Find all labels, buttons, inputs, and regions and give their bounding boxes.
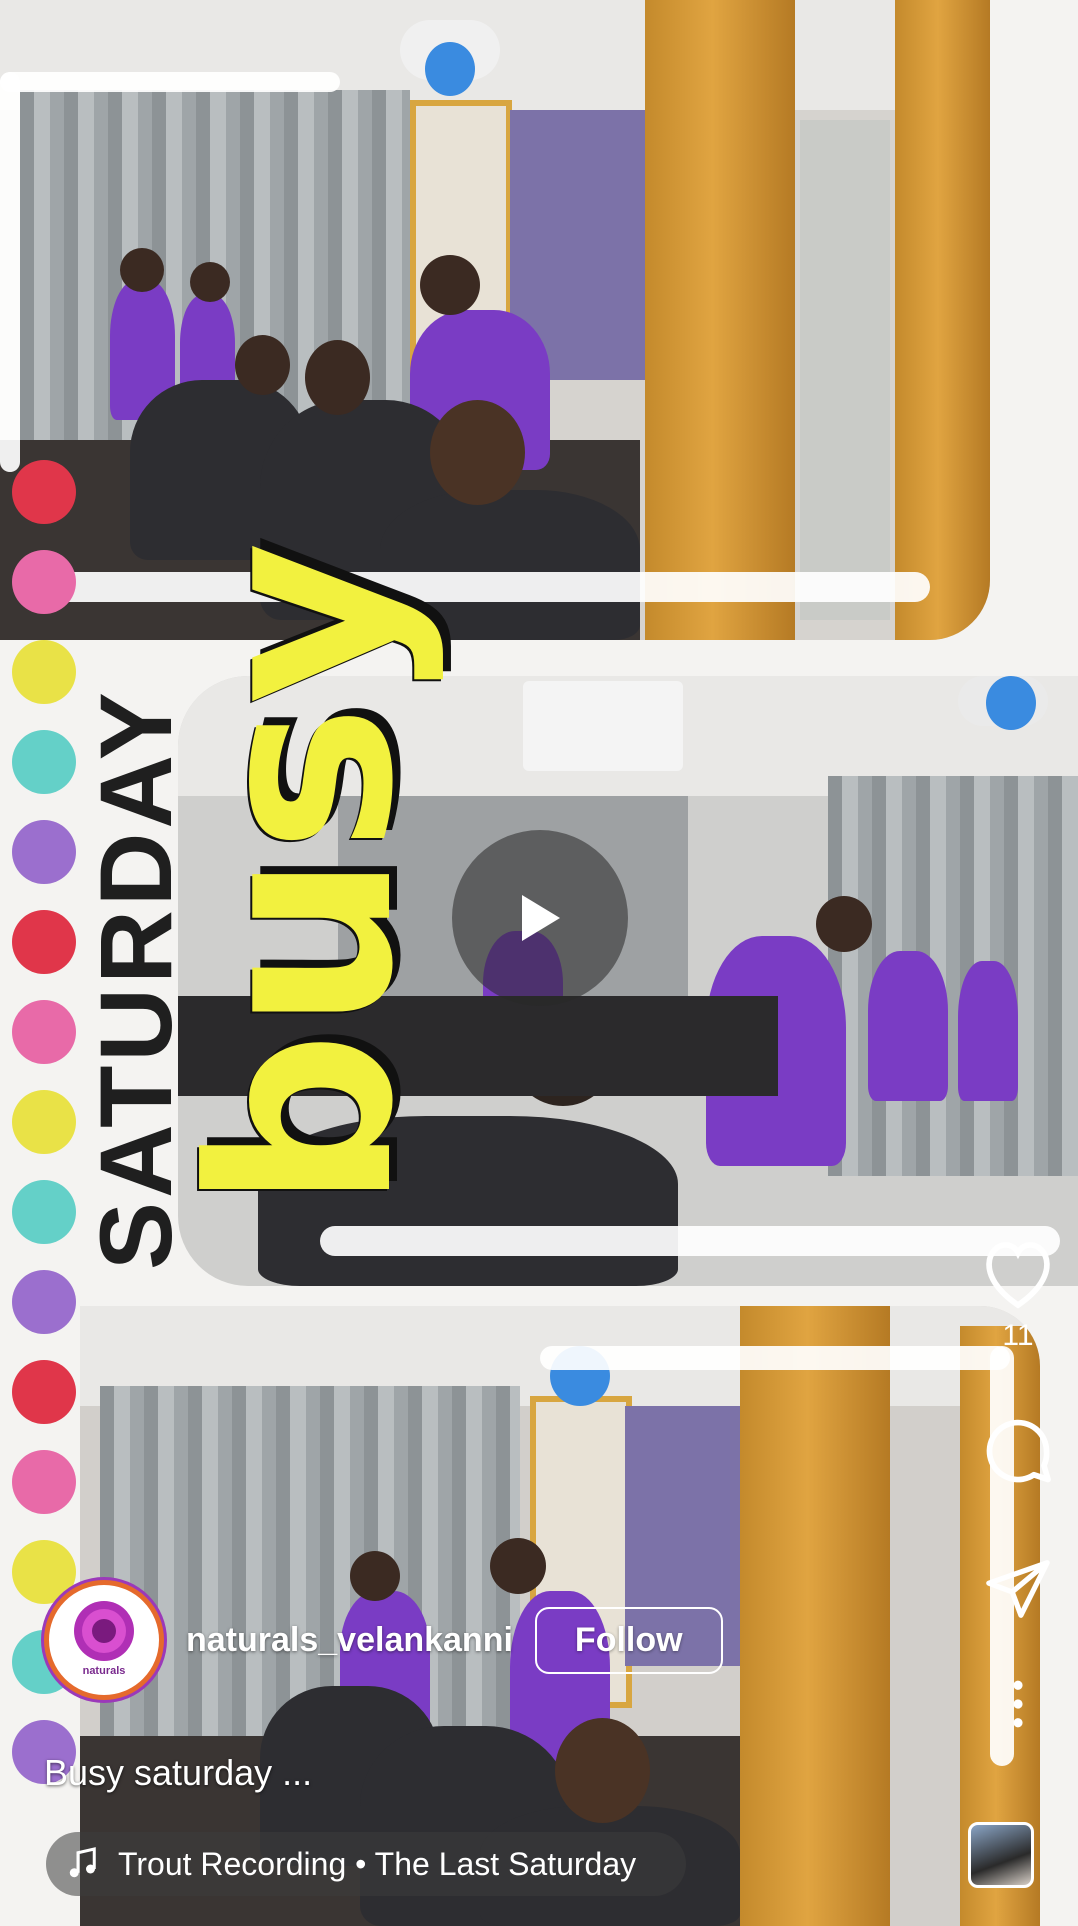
more-options-button[interactable] bbox=[958, 1679, 1078, 1734]
like-count: 11 bbox=[1002, 1319, 1034, 1352]
frame-outline-bar bbox=[540, 1346, 1010, 1370]
decorative-dot bbox=[12, 1090, 76, 1154]
decorative-dot bbox=[12, 910, 76, 974]
logo-text: naturals bbox=[82, 1665, 126, 1677]
decorative-dot bbox=[12, 1180, 76, 1244]
play-icon bbox=[522, 895, 560, 941]
audio-attribution[interactable]: Trout Recording • The Last Saturday bbox=[46, 1832, 686, 1896]
comment-icon bbox=[986, 1419, 1051, 1483]
more-vertical-icon bbox=[1013, 1680, 1023, 1728]
caption[interactable]: Busy saturday ... bbox=[44, 1752, 312, 1794]
decorative-dot bbox=[12, 640, 76, 704]
decorative-dot bbox=[12, 1450, 76, 1514]
frame-outline-bar bbox=[0, 72, 340, 92]
flower-logo-icon bbox=[74, 1601, 134, 1661]
owner-row: naturals naturals_velankanni Follow bbox=[44, 1580, 723, 1700]
audio-label: Trout Recording • The Last Saturday bbox=[118, 1845, 637, 1882]
comment-button[interactable] bbox=[958, 1413, 1078, 1494]
username[interactable]: naturals_velankanni bbox=[186, 1621, 513, 1660]
decorative-dot bbox=[12, 730, 76, 794]
action-column: 11 bbox=[958, 1240, 1078, 1734]
send-icon bbox=[986, 1560, 1050, 1618]
decorative-dot bbox=[12, 550, 76, 614]
music-note-icon bbox=[69, 1847, 96, 1878]
decorative-dot bbox=[12, 820, 76, 884]
decorative-dot bbox=[12, 1360, 76, 1424]
frame-outline-bar bbox=[0, 72, 20, 472]
heart-icon bbox=[986, 1242, 1050, 1309]
play-button[interactable] bbox=[452, 830, 628, 1006]
decorative-dot bbox=[12, 460, 76, 524]
video-frame-top bbox=[0, 0, 990, 640]
avatar[interactable]: naturals bbox=[44, 1580, 164, 1700]
reel-viewer[interactable]: SATURDAY busy 11 naturals naturals_velan… bbox=[0, 0, 1078, 1926]
audio-thumbnail[interactable] bbox=[968, 1822, 1034, 1888]
decorative-dot bbox=[12, 1000, 76, 1064]
like-button[interactable] bbox=[958, 1240, 1078, 1315]
decorative-dot bbox=[12, 1270, 76, 1334]
busy-text: busy bbox=[157, 541, 448, 1210]
share-button[interactable] bbox=[958, 1554, 1078, 1629]
frame-outline-bar bbox=[320, 1226, 1060, 1256]
follow-button[interactable]: Follow bbox=[534, 1606, 723, 1674]
